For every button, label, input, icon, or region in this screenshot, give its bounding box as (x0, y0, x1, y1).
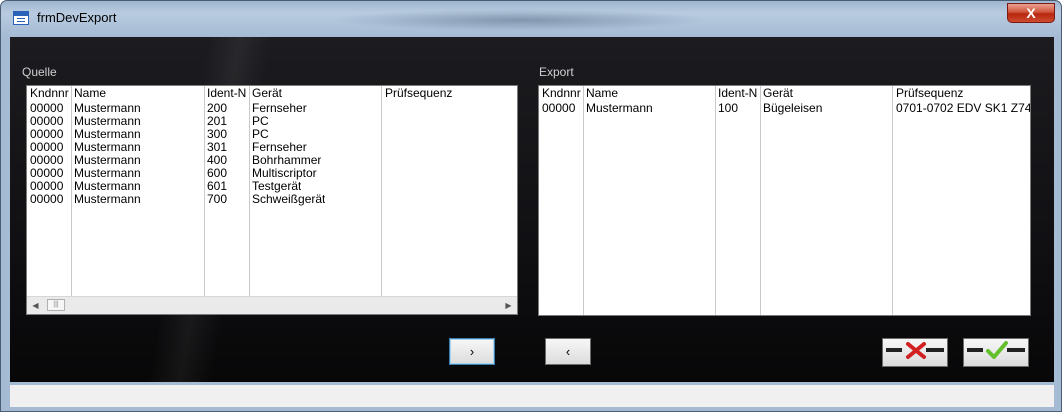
cell-ident: 300 (207, 128, 228, 141)
table-row[interactable]: 00000 Mustermann 201 PC (27, 115, 517, 128)
cell-ident: 100 (718, 102, 739, 115)
column-header[interactable]: Prüfsequenz (385, 87, 515, 100)
cell-ident: 601 (207, 180, 228, 193)
cell-name: Mustermann (74, 128, 141, 141)
table-row[interactable]: 00000 Mustermann 301 Fernseher (27, 141, 517, 154)
cell-geraet: Testgerät (252, 180, 302, 193)
scroll-thumb[interactable]: ||| (47, 299, 65, 311)
cell-ident: 400 (207, 154, 228, 167)
column-header[interactable]: Name (586, 87, 715, 100)
move-right-button[interactable]: › (449, 338, 495, 365)
table-row[interactable]: 00000 Mustermann 700 Schweißgerät (27, 193, 517, 206)
column-header[interactable]: Ident-N (207, 87, 249, 100)
table-row[interactable]: 00000 Mustermann 100 Bügeleisen 0701-070… (539, 102, 1030, 115)
cell-geraet: Bohrhammer (252, 154, 322, 167)
export-list-header: Kndnnr Name Ident-N Gerät Prüfsequenz (539, 86, 1030, 99)
column-header[interactable]: Prüfsequenz (896, 87, 1030, 100)
cell-geraet: Fernseher (252, 141, 307, 154)
cancel-button[interactable] (882, 338, 948, 367)
table-row[interactable]: 00000 Mustermann 200 Fernseher (27, 102, 517, 115)
cell-kndnnr: 00000 (30, 193, 64, 206)
cell-ident: 700 (207, 193, 228, 206)
status-bar (10, 385, 1054, 407)
chevron-right-icon: › (469, 344, 475, 359)
cell-kndnnr: 00000 (30, 141, 64, 154)
source-list-header: Kndnnr Name Ident-N Gerät Prüfsequenz (27, 86, 517, 99)
cell-kndnnr: 00000 (30, 128, 64, 141)
confirm-green-check-icon (986, 341, 1008, 359)
column-header[interactable]: Name (74, 87, 204, 100)
cell-geraet: Multiscriptor (252, 167, 317, 180)
cell-name: Mustermann (74, 180, 141, 193)
column-header[interactable]: Kndnnr (542, 87, 583, 100)
cell-kndnnr: 00000 (30, 102, 64, 115)
cell-ident: 600 (207, 167, 228, 180)
move-left-button[interactable]: ‹ (545, 338, 591, 365)
cell-ident: 301 (207, 141, 228, 154)
source-label: Quelle (22, 65, 57, 79)
table-row[interactable]: 00000 Mustermann 600 Multiscriptor (27, 167, 517, 180)
column-header[interactable]: Gerät (252, 87, 381, 100)
cell-name: Mustermann (74, 193, 141, 206)
cell-name: Mustermann (586, 102, 653, 115)
column-header[interactable]: Gerät (763, 87, 892, 100)
confirm-button[interactable] (963, 338, 1029, 367)
chevron-left-icon: ‹ (565, 344, 571, 359)
column-header[interactable]: Ident-N (718, 87, 760, 100)
cell-pruefsequenz: 0701-0702 EDV SK1 Z74 (896, 102, 1030, 115)
scroll-right-icon[interactable]: ▶ (500, 297, 517, 314)
source-list[interactable]: Kndnnr Name Ident-N Gerät Prüfsequenz 00… (26, 85, 518, 315)
close-button[interactable]: X (1007, 3, 1055, 23)
column-header[interactable]: Kndnnr (30, 87, 71, 100)
title-glow (331, 9, 711, 31)
table-row[interactable]: 00000 Mustermann 300 PC (27, 128, 517, 141)
export-list[interactable]: Kndnnr Name Ident-N Gerät Prüfsequenz 00… (538, 85, 1031, 316)
cell-name: Mustermann (74, 154, 141, 167)
cell-geraet: Fernseher (252, 102, 307, 115)
table-row[interactable]: 00000 Mustermann 601 Testgerät (27, 180, 517, 193)
app-window: frmDevExport X Quelle Kndnnr Name Ident-… (0, 0, 1062, 412)
cell-kndnnr: 00000 (30, 167, 64, 180)
window-title: frmDevExport (37, 10, 117, 25)
form-icon (13, 11, 29, 25)
cell-name: Mustermann (74, 115, 141, 128)
cell-geraet: Bügeleisen (763, 102, 823, 115)
horizontal-scrollbar[interactable]: ◀ ||| ▶ (27, 296, 517, 314)
cell-kndnnr: 00000 (30, 154, 64, 167)
table-row[interactable]: 00000 Mustermann 400 Bohrhammer (27, 154, 517, 167)
scroll-left-icon[interactable]: ◀ (27, 297, 44, 314)
cell-geraet: PC (252, 115, 269, 128)
cancel-red-x-icon (906, 342, 926, 359)
cell-kndnnr: 00000 (30, 180, 64, 193)
cell-kndnnr: 00000 (542, 102, 576, 115)
export-label: Export (539, 65, 574, 79)
cell-geraet: Schweißgerät (252, 193, 326, 206)
cell-ident: 200 (207, 102, 228, 115)
cell-name: Mustermann (74, 141, 141, 154)
cell-kndnnr: 00000 (30, 115, 64, 128)
title-bar[interactable]: frmDevExport X (1, 1, 1061, 37)
cell-ident: 201 (207, 115, 228, 128)
cell-name: Mustermann (74, 167, 141, 180)
cell-name: Mustermann (74, 102, 141, 115)
form-body: Quelle Kndnnr Name Ident-N Gerät Prüfseq… (10, 37, 1054, 382)
cell-geraet: PC (252, 128, 269, 141)
